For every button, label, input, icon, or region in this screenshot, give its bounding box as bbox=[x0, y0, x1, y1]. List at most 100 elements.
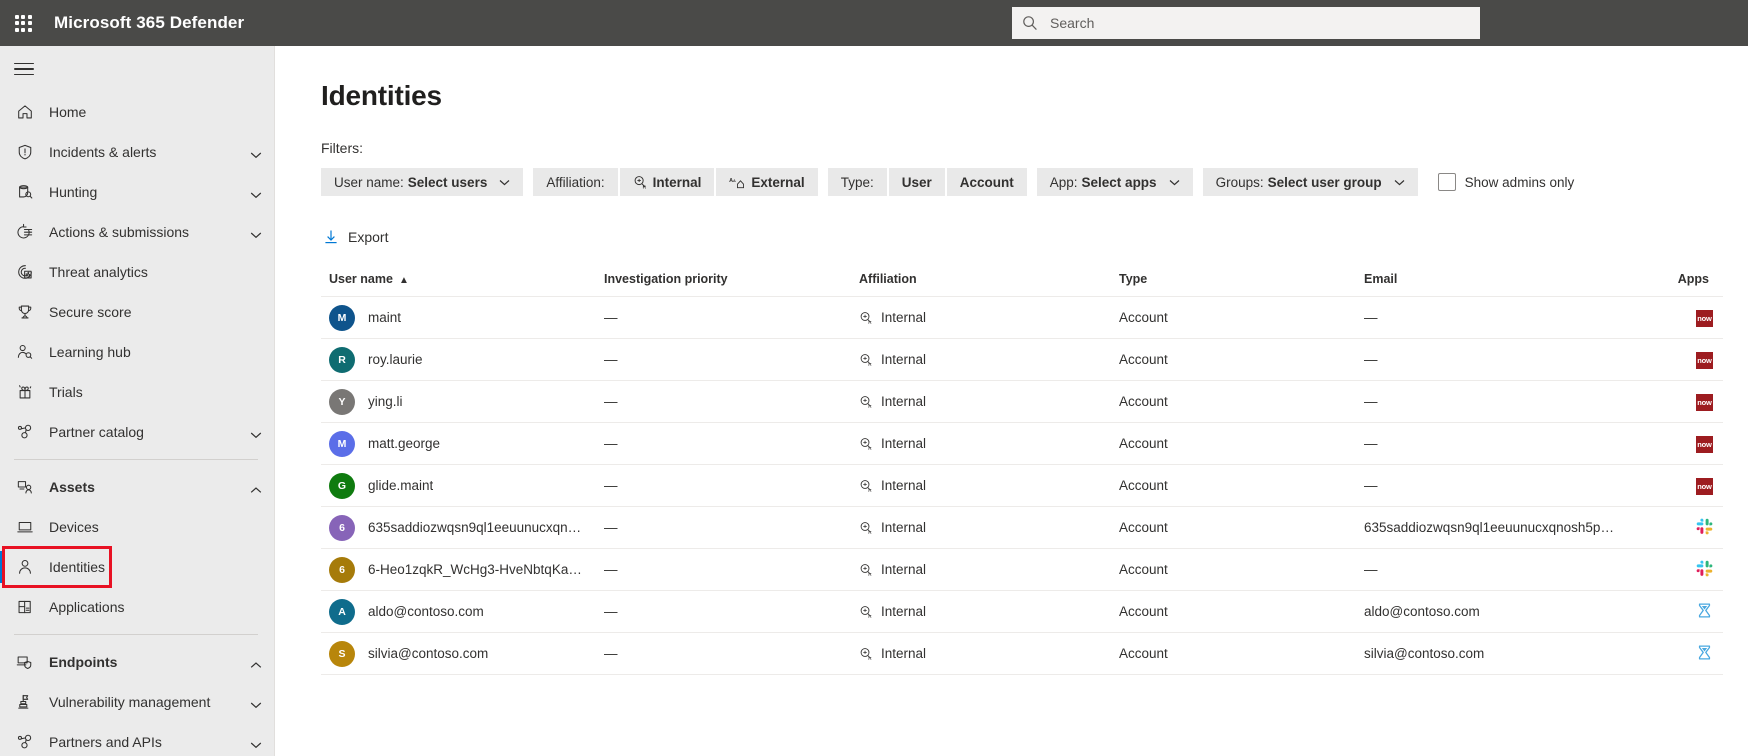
app-icon-wrapper[interactable] bbox=[1696, 602, 1713, 619]
cell-apps[interactable] bbox=[1626, 590, 1723, 633]
cell-apps[interactable]: now bbox=[1626, 380, 1723, 423]
table-row[interactable]: R roy.laurie — R Internal Account — now bbox=[321, 338, 1723, 381]
column-header-email[interactable]: Email bbox=[1356, 266, 1626, 297]
avatar: Y bbox=[329, 388, 355, 415]
sidebar-item-vulnerability-management[interactable]: Vulnerability management bbox=[0, 682, 274, 722]
app-icon-wrapper[interactable] bbox=[1696, 644, 1713, 661]
cell-user-name[interactable]: M matt.george bbox=[321, 422, 596, 465]
filter-affiliation-external[interactable]: A A External bbox=[716, 168, 817, 196]
sidebar-item-home[interactable]: Home bbox=[0, 92, 274, 132]
filter-groups[interactable]: Groups: Select user group bbox=[1202, 168, 1418, 196]
cell-apps[interactable]: now bbox=[1626, 464, 1723, 507]
filter-user-name[interactable]: User name: Select users bbox=[321, 168, 524, 196]
app-icon-wrapper[interactable]: now bbox=[1696, 351, 1713, 369]
table-body: M maint — R Internal Account — now R roy… bbox=[321, 296, 1723, 675]
chevron-up-icon[interactable] bbox=[250, 481, 262, 493]
filter-app-button[interactable]: App: Select apps bbox=[1037, 168, 1193, 196]
priority-value: — bbox=[604, 436, 618, 451]
cell-email: — bbox=[1356, 548, 1626, 591]
chevron-down-icon[interactable] bbox=[250, 186, 262, 199]
app-icon-wrapper[interactable]: now bbox=[1696, 435, 1713, 453]
cell-apps[interactable] bbox=[1626, 506, 1723, 549]
filter-type-user[interactable]: User bbox=[889, 168, 945, 196]
cell-user-name[interactable]: M maint bbox=[321, 296, 596, 339]
affiliation-text: Internal bbox=[881, 646, 927, 661]
avatar: A bbox=[329, 598, 355, 625]
table-row[interactable]: S silvia@contoso.com — R Internal Accoun… bbox=[321, 632, 1723, 675]
show-admins-only-checkbox[interactable] bbox=[1437, 173, 1456, 191]
column-header-type[interactable]: Type bbox=[1111, 266, 1356, 297]
app-icon-wrapper[interactable]: now bbox=[1696, 393, 1713, 411]
app-icon-wrapper[interactable] bbox=[1696, 518, 1713, 535]
app-icon-wrapper[interactable]: now bbox=[1696, 309, 1713, 327]
avatar: M bbox=[329, 430, 355, 457]
export-button[interactable]: Export bbox=[321, 221, 398, 253]
cell-user-name[interactable]: 6 6-Heo1zqkR_WcHg3-HveNbtqKaeD... bbox=[321, 548, 596, 591]
hamburger-menu-icon[interactable] bbox=[0, 46, 274, 92]
table-row[interactable]: 6 635saddiozwqsn9ql1eeuunucxqnos... — R … bbox=[321, 506, 1723, 549]
cell-user-name[interactable]: R roy.laurie bbox=[321, 338, 596, 381]
chevron-down-icon[interactable] bbox=[250, 226, 262, 239]
sidebar-item-identities[interactable]: Identities bbox=[0, 547, 274, 587]
sidebar-item-applications[interactable]: Applications bbox=[0, 587, 274, 627]
app-launcher-icon[interactable] bbox=[0, 0, 46, 46]
cell-user-name[interactable]: G glide.maint bbox=[321, 464, 596, 507]
filter-type[interactable]: Type: User Account bbox=[827, 168, 1027, 196]
chevron-down-icon[interactable] bbox=[250, 146, 262, 159]
sidebar-item-partners-and-apis[interactable]: Partners and APIs bbox=[0, 722, 274, 756]
filter-app[interactable]: App: Select apps bbox=[1036, 168, 1193, 196]
chevron-down-icon[interactable] bbox=[250, 426, 262, 439]
table-row[interactable]: G glide.maint — R Internal Account — now bbox=[321, 464, 1723, 507]
sidebar-item-assets[interactable]: Assets bbox=[0, 467, 274, 507]
cell-user-name[interactable]: 6 635saddiozwqsn9ql1eeuunucxqnos... bbox=[321, 506, 596, 549]
sidebar-item-learning-hub[interactable]: Learning hub bbox=[0, 332, 274, 372]
show-admins-only-toggle[interactable]: Show admins only bbox=[1428, 168, 1574, 196]
table-row[interactable]: M matt.george — R Internal Account — now bbox=[321, 422, 1723, 465]
top-app-bar: Microsoft 365 Defender bbox=[0, 0, 1748, 46]
sidebar-item-secure-score[interactable]: Secure score bbox=[0, 292, 274, 332]
cell-apps[interactable]: now bbox=[1626, 338, 1723, 381]
filter-user-name-button[interactable]: User name: Select users bbox=[321, 168, 523, 196]
chevron-down-icon[interactable] bbox=[250, 696, 262, 709]
filter-type-account[interactable]: Account bbox=[947, 168, 1027, 196]
chevron-down-icon[interactable] bbox=[250, 736, 262, 749]
internal-affiliation-icon: R bbox=[860, 521, 872, 535]
sidebar-item-partner-catalog[interactable]: Partner catalog bbox=[0, 412, 274, 452]
filter-groups-button[interactable]: Groups: Select user group bbox=[1203, 168, 1418, 196]
cell-apps[interactable] bbox=[1626, 548, 1723, 591]
column-header-investigation-priority[interactable]: Investigation priority bbox=[596, 266, 851, 297]
global-search[interactable] bbox=[1012, 7, 1480, 39]
vulnerability-icon bbox=[14, 691, 36, 713]
app-icon-wrapper[interactable]: now bbox=[1696, 477, 1713, 495]
sidebar-item-threat-analytics[interactable]: Threat analytics bbox=[0, 252, 274, 292]
chevron-up-icon[interactable] bbox=[250, 656, 262, 668]
sidebar-item-incidents-alerts[interactable]: Incidents & alerts bbox=[0, 132, 274, 172]
sidebar-item-endpoints[interactable]: Endpoints bbox=[0, 642, 274, 682]
filter-affiliation[interactable]: Affiliation: R Internal A A External bbox=[533, 168, 818, 196]
sidebar-item-trials[interactable]: Trials bbox=[0, 372, 274, 412]
cell-user-name[interactable]: Y ying.li bbox=[321, 380, 596, 423]
column-header-user-name[interactable]: User name ▲ bbox=[321, 266, 596, 297]
table-row[interactable]: Y ying.li — R Internal Account — now bbox=[321, 380, 1723, 423]
column-header-affiliation[interactable]: Affiliation bbox=[851, 266, 1111, 297]
table-row[interactable]: 6 6-Heo1zqkR_WcHg3-HveNbtqKaeD... — R In… bbox=[321, 548, 1723, 591]
app-icon-wrapper[interactable] bbox=[1696, 560, 1713, 577]
search-input[interactable] bbox=[1048, 14, 1470, 32]
sidebar-item-actions-submissions[interactable]: Actions & submissions bbox=[0, 212, 274, 252]
cell-apps[interactable]: now bbox=[1626, 296, 1723, 339]
cell-apps[interactable]: now bbox=[1626, 422, 1723, 465]
user-cell: R roy.laurie bbox=[329, 346, 588, 373]
svg-text:R: R bbox=[868, 614, 872, 619]
sidebar-item-hunting[interactable]: Hunting bbox=[0, 172, 274, 212]
column-header-apps[interactable]: Apps bbox=[1626, 266, 1723, 297]
cell-user-name[interactable]: A aldo@contoso.com bbox=[321, 590, 596, 633]
cell-user-name[interactable]: S silvia@contoso.com bbox=[321, 632, 596, 675]
cell-apps[interactable] bbox=[1626, 632, 1723, 675]
table-row[interactable]: M maint — R Internal Account — now bbox=[321, 296, 1723, 339]
table-row[interactable]: A aldo@contoso.com — R Internal Account … bbox=[321, 590, 1723, 633]
filter-affiliation-internal[interactable]: R Internal bbox=[620, 168, 715, 196]
cell-investigation-priority: — bbox=[596, 380, 851, 423]
cell-email: — bbox=[1356, 338, 1626, 381]
sidebar-item-devices[interactable]: Devices bbox=[0, 507, 274, 547]
avatar: M bbox=[329, 304, 355, 331]
